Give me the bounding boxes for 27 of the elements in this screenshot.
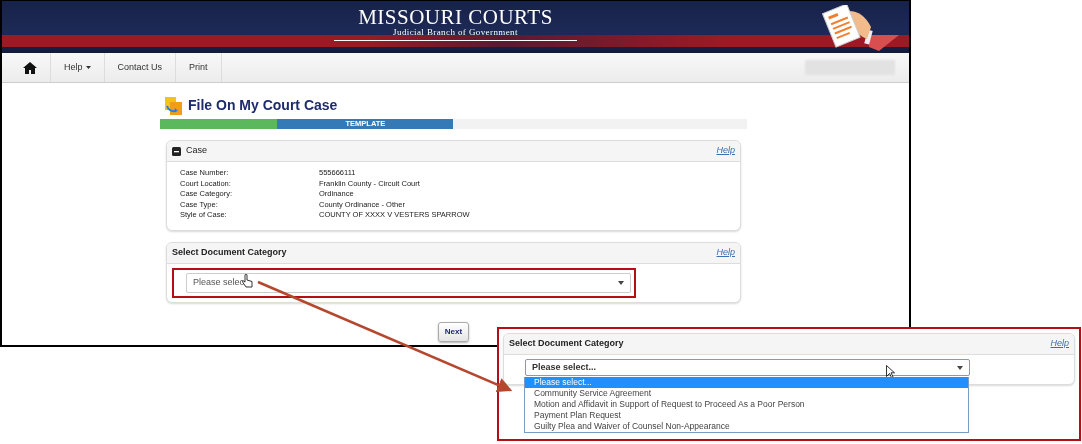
- help-link[interactable]: Help: [1050, 337, 1069, 351]
- help-link[interactable]: Help: [716, 245, 735, 260]
- documents-icon: [164, 95, 184, 116]
- dropdown-option[interactable]: Payment Plan Request: [525, 410, 968, 421]
- help-link[interactable]: Help: [716, 144, 735, 158]
- panel-title: Select Document Category: [172, 245, 287, 259]
- dropdown-option[interactable]: Community Service Agreement: [525, 388, 968, 399]
- nav-link[interactable]: Print: [176, 53, 222, 82]
- logo-subtitle: Judicial Branch of Government: [392, 28, 519, 37]
- pointer-cursor-icon: [886, 365, 895, 378]
- page-title: File On My Court Case: [188, 96, 338, 115]
- dropdown-option[interactable]: Guilty Plea and Waiver of Counsel Non-Appearance: [525, 421, 968, 432]
- collapse-icon[interactable]: [172, 146, 181, 156]
- dropdown-caret-icon: [618, 280, 624, 285]
- next-button[interactable]: Next: [437, 321, 470, 342]
- category-select[interactable]: Please selec: [186, 272, 631, 293]
- panel-title: Case: [186, 144, 207, 158]
- hand-cursor-icon: [242, 273, 254, 288]
- caret-icon: [85, 66, 91, 69]
- panel-title: Select Document Category: [509, 337, 624, 351]
- home-icon: [23, 61, 37, 74]
- category-select[interactable]: Please select...: [525, 359, 970, 376]
- dropdown-option[interactable]: Motion and Affidavit in Support of Request to Proceed As a Poor Person: [525, 399, 968, 410]
- help-menu[interactable]: Help: [51, 53, 105, 82]
- dropdown-caret-icon: [957, 365, 963, 370]
- nav-link[interactable]: Contact Us: [104, 53, 177, 82]
- logo-title: MISSOURI COURTS: [358, 7, 553, 28]
